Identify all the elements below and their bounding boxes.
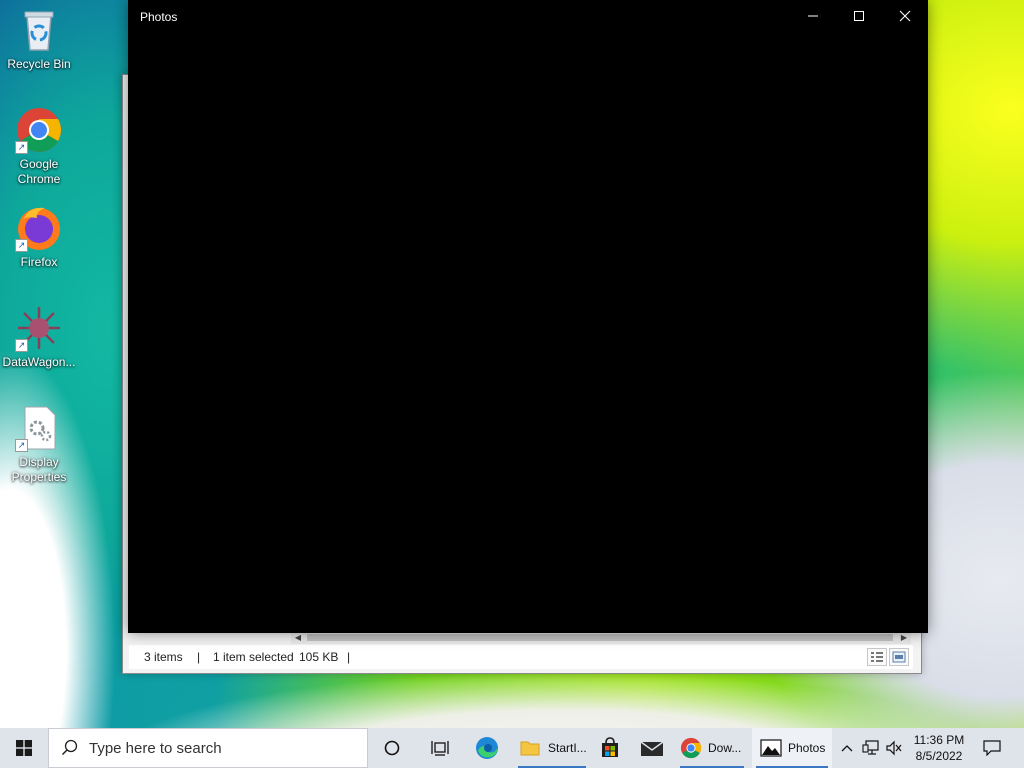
firefox-icon: ↗: [15, 204, 63, 252]
cortana-button[interactable]: [372, 728, 412, 768]
shortcut-arrow-icon: ↗: [15, 339, 28, 352]
status-separator: |: [347, 650, 351, 664]
network-icon: [862, 740, 879, 755]
chevron-up-icon: [841, 745, 853, 752]
minimize-icon: [808, 15, 818, 17]
photo-canvas[interactable]: [128, 32, 928, 633]
action-center-button[interactable]: [978, 728, 1006, 768]
scroll-left-icon[interactable]: ◀: [291, 632, 305, 644]
shortcut-arrow-icon: ↗: [15, 141, 28, 154]
mail-icon: [640, 741, 664, 756]
windows-logo-icon: [16, 740, 32, 756]
folder-icon: [520, 741, 540, 756]
taskbar-store[interactable]: [590, 728, 630, 768]
preview-view-button[interactable]: [889, 648, 909, 666]
taskbar-app-label: StartI...: [548, 741, 587, 755]
desktop-icon-recycle-bin[interactable]: Recycle Bin: [1, 6, 77, 72]
cortana-icon: [384, 740, 400, 756]
maximize-icon: [854, 11, 864, 21]
search-box[interactable]: Type here to search: [48, 728, 368, 768]
maximize-button[interactable]: [836, 0, 882, 32]
shortcut-arrow-icon: ↗: [15, 239, 28, 252]
minimize-button[interactable]: [790, 0, 836, 32]
desktop-icon-label: DataWagon...: [2, 355, 76, 369]
desktop-icon-google-chrome[interactable]: ↗ Google Chrome: [1, 106, 77, 187]
status-item-count: 3 items: [144, 650, 183, 664]
status-size: 105 KB: [299, 650, 339, 664]
preview-view-icon: [892, 651, 906, 663]
start-button[interactable]: [0, 728, 48, 768]
taskbar-chrome[interactable]: Dow...: [676, 728, 748, 768]
settings-file-icon: ↗: [15, 404, 63, 452]
search-placeholder: Type here to search: [89, 739, 222, 757]
details-view-button[interactable]: [867, 648, 887, 666]
chrome-icon: [680, 737, 702, 759]
chrome-icon: ↗: [15, 106, 63, 154]
clock[interactable]: 11:36 PM 8/5/2022: [906, 732, 972, 764]
desktop: Recycle Bin ↗ Google Chrome ↗ Firefox ↗ …: [0, 0, 1024, 728]
volume-button[interactable]: [884, 728, 904, 768]
desktop-icon-label: Google Chrome: [17, 157, 61, 186]
scrollbar-thumb[interactable]: [307, 634, 893, 641]
photos-window[interactable]: Photos: [128, 0, 928, 633]
taskbar-photos[interactable]: Photos: [752, 728, 832, 768]
search-icon: [61, 739, 78, 756]
edge-icon: [476, 737, 498, 759]
desktop-icon-label: Display Properties: [11, 455, 67, 484]
close-button[interactable]: [882, 0, 928, 32]
recycle-bin-icon: [15, 6, 63, 54]
desktop-icon-datawagon[interactable]: ↗ DataWagon...: [1, 304, 77, 370]
taskbar: Type here to search StartI... Dow... Pho…: [0, 728, 1024, 768]
network-button[interactable]: [860, 728, 882, 768]
notifications-icon: [983, 740, 1001, 756]
window-title: Photos: [140, 10, 178, 24]
desktop-icon-label: Firefox: [20, 255, 58, 269]
taskbar-app-label: Dow...: [708, 741, 742, 755]
volume-muted-icon: [886, 740, 902, 756]
clock-time: 11:36 PM: [913, 733, 965, 747]
desktop-icon-firefox[interactable]: ↗ Firefox: [1, 204, 77, 270]
taskbar-edge[interactable]: [466, 728, 508, 768]
desktop-icon-label: Recycle Bin: [7, 57, 71, 71]
desktop-icon-display-properties[interactable]: ↗ Display Properties: [1, 404, 77, 485]
show-hidden-icons-button[interactable]: [838, 728, 856, 768]
taskbar-app-label: Photos: [788, 741, 826, 755]
taskbar-file-explorer[interactable]: StartI...: [514, 728, 590, 768]
status-separator: |: [197, 650, 201, 664]
datawagon-icon: ↗: [15, 304, 63, 352]
task-view-button[interactable]: [420, 728, 460, 768]
shortcut-arrow-icon: ↗: [15, 439, 28, 452]
clock-date: 8/5/2022: [915, 749, 963, 763]
scroll-right-icon[interactable]: ▶: [897, 632, 911, 644]
details-view-icon: [871, 652, 883, 662]
close-icon: [899, 10, 911, 22]
status-selection: 1 item selected: [213, 650, 294, 664]
status-bar: 3 items | 1 item selected 105 KB |: [129, 645, 913, 669]
taskbar-mail[interactable]: [632, 728, 672, 768]
store-icon: [602, 737, 618, 757]
task-view-icon: [431, 741, 449, 756]
photos-icon: [760, 739, 782, 757]
